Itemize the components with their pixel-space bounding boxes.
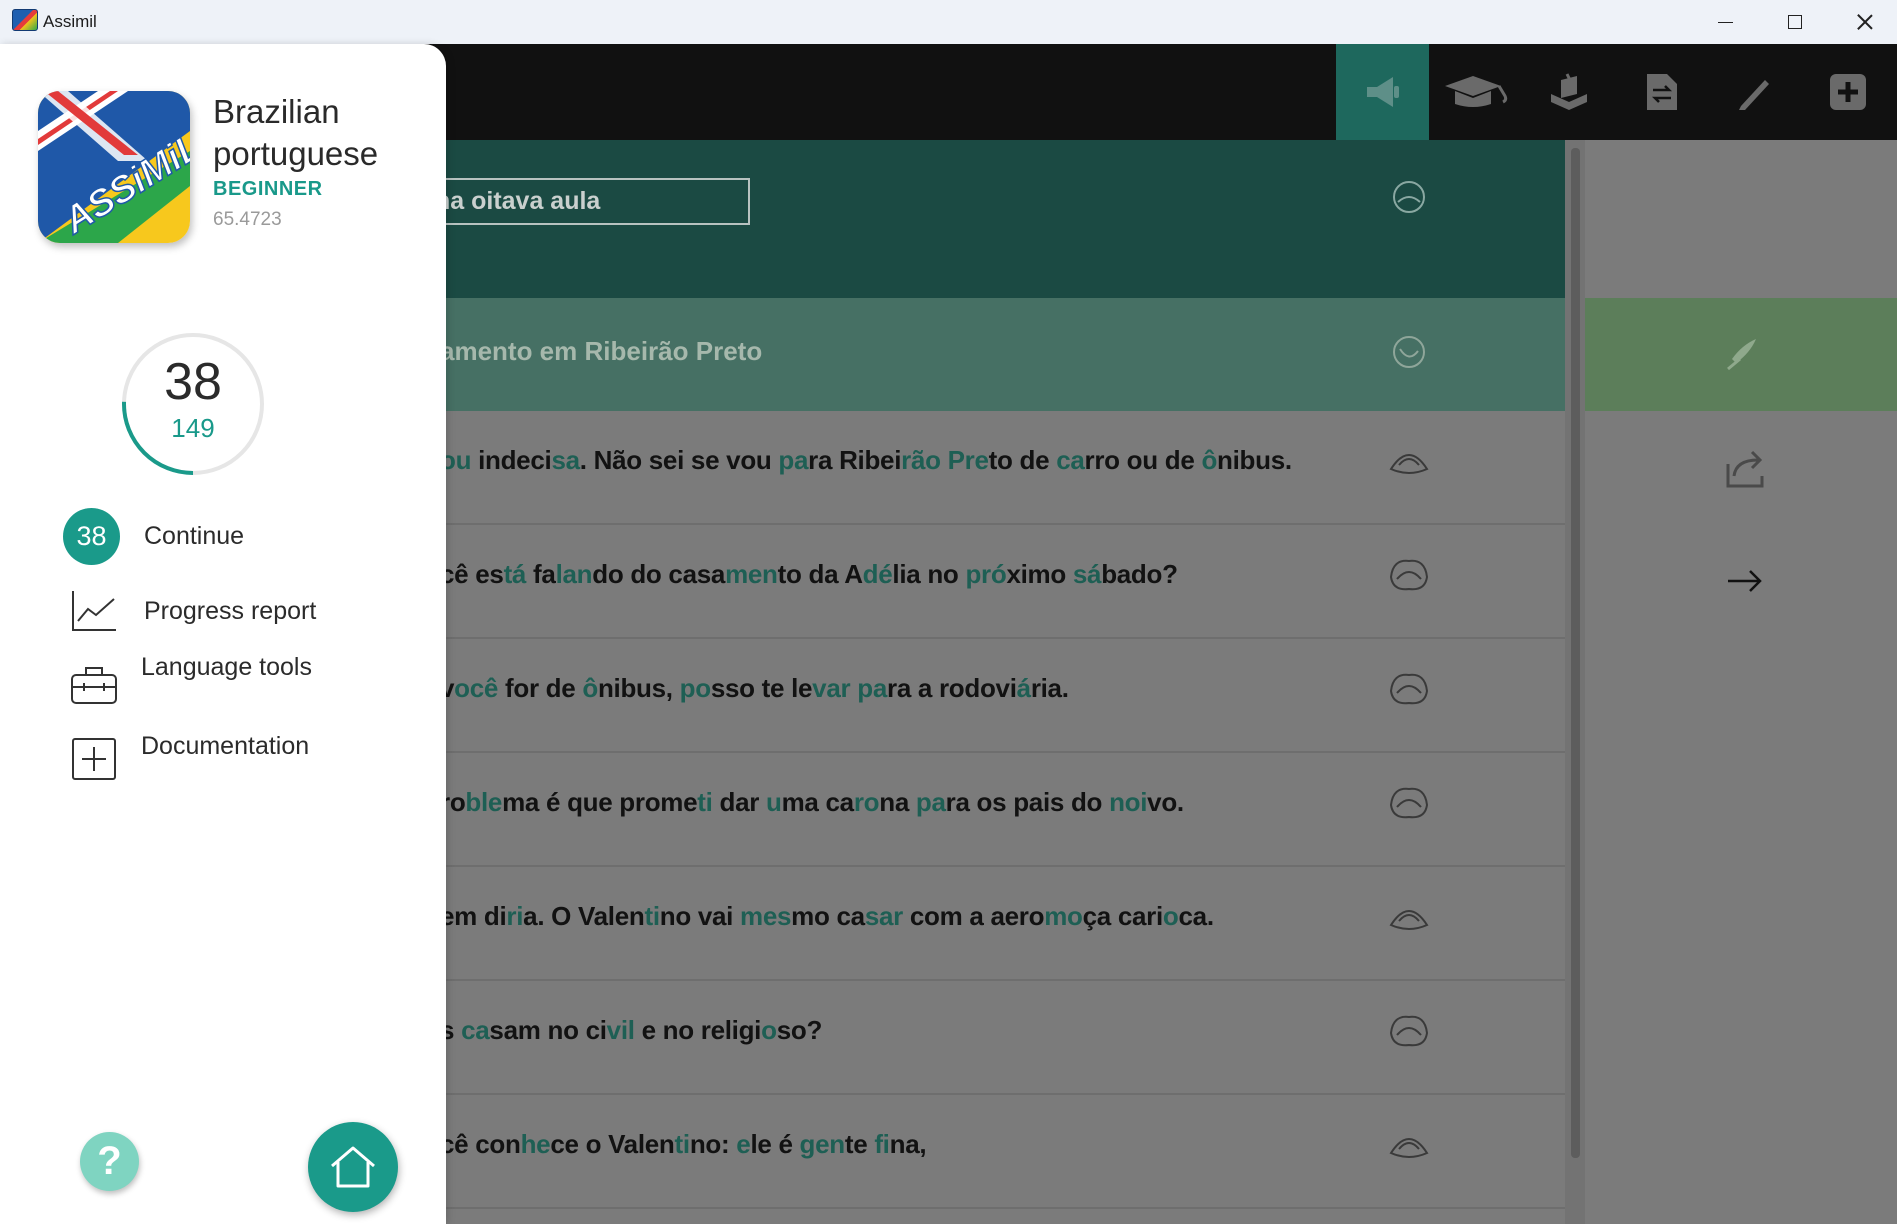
help-button[interactable]: ? <box>80 1132 139 1191</box>
document-swap-icon <box>1646 74 1677 110</box>
speaker-face-icon[interactable] <box>1390 178 1428 216</box>
menu-progress-report[interactable]: Progress report <box>60 585 420 645</box>
close-icon <box>1857 14 1873 30</box>
lesson-line-text: cê está falando do casamento da Adélia n… <box>440 559 1178 589</box>
megaphone-icon <box>1366 77 1399 107</box>
speaker-face-icon[interactable] <box>1385 441 1433 481</box>
lesson-line-text: ou indecisa. Não sei se vou para Ribeirã… <box>440 445 1292 475</box>
lesson-line-text: em diria. O Valentino vai mesmo casar co… <box>440 901 1214 931</box>
home-icon <box>331 1146 375 1188</box>
course-logo: ASSiMiL <box>38 91 190 243</box>
menu-continue[interactable]: 38 Continue <box>60 508 420 568</box>
window-titlebar: Assimil <box>0 0 1897 44</box>
chart-line-icon <box>72 591 116 631</box>
menu-language-tools-label: Language tools <box>141 653 312 681</box>
speaker-face-icon[interactable] <box>1385 669 1433 709</box>
menu-documentation[interactable]: Documentation <box>60 732 420 792</box>
home-button[interactable] <box>308 1122 398 1212</box>
minimize-button[interactable] <box>1690 0 1760 44</box>
toolbar-notes-button[interactable] <box>1708 44 1801 140</box>
toolbar-translation-button[interactable] <box>1615 44 1708 140</box>
toolbar-lesson-button[interactable] <box>1429 44 1522 140</box>
continue-lesson-badge: 38 <box>63 508 120 565</box>
speaker-face-icon[interactable] <box>1385 1011 1433 1051</box>
toolbar-add-button[interactable] <box>1801 44 1894 140</box>
app-window: Assimil gésima oitava aula amento em Rib… <box>0 0 1897 1224</box>
minimize-icon <box>1717 21 1733 23</box>
speaker-face-icon[interactable] <box>1390 333 1428 371</box>
course-level: BEGINNER <box>213 178 323 200</box>
assimil-app-icon <box>12 9 38 31</box>
window-title: Assimil <box>43 12 97 31</box>
menu-continue-label: Continue <box>144 522 245 550</box>
maximize-icon <box>1788 15 1802 29</box>
course-version: 65.4723 <box>213 209 282 230</box>
graduation-cap-icon <box>1444 76 1507 107</box>
lesson-line-text: cê conhece o Valentino: ele é gente fina… <box>440 1129 927 1159</box>
speaker-face-icon[interactable] <box>1385 1125 1433 1165</box>
speaker-face-icon[interactable] <box>1385 783 1433 823</box>
plus-square-icon <box>72 738 116 780</box>
pen-icon <box>1738 80 1769 110</box>
book-stand-icon <box>1550 73 1587 110</box>
maximize-button[interactable] <box>1760 0 1830 44</box>
course-name: Brazilian portuguese <box>213 93 379 172</box>
speaker-face-icon[interactable] <box>1385 897 1433 937</box>
navigation-drawer: ASSiMiL Brazilian portuguese BEGINNER 65… <box>0 44 446 1224</box>
feather-pen-icon[interactable] <box>1718 329 1768 379</box>
close-window-button[interactable] <box>1830 0 1897 44</box>
menu-documentation-label: Documentation <box>141 732 310 760</box>
speaker-face-icon[interactable] <box>1385 555 1433 595</box>
lesson-subtitle: amento em Ribeirão Preto <box>440 336 763 366</box>
lesson-line-text: você for de ônibus, posso te levar para … <box>440 673 1069 703</box>
toolbox-icon <box>71 667 117 704</box>
assimil-logo-image: ASSiMiL <box>38 91 190 243</box>
arrow-right-icon[interactable] <box>1720 556 1770 606</box>
progress-total-lessons: 149 <box>171 413 215 443</box>
plus-box-icon <box>1829 74 1866 110</box>
progress-current-lesson: 38 <box>164 353 222 411</box>
toolbar-exercise-button[interactable] <box>1522 44 1615 140</box>
scrollbar-thumb[interactable] <box>1571 148 1580 1158</box>
toolbar-audio-button[interactable] <box>1336 44 1429 140</box>
share-icon[interactable] <box>1720 442 1770 492</box>
menu-progress-label: Progress report <box>144 597 317 625</box>
lesson-line-text: roblema é que prometi dar uma carona par… <box>440 787 1184 817</box>
menu-language-tools[interactable]: Language tools <box>60 653 420 713</box>
lesson-line-text: s casam no civil e no religioso? <box>440 1015 823 1045</box>
